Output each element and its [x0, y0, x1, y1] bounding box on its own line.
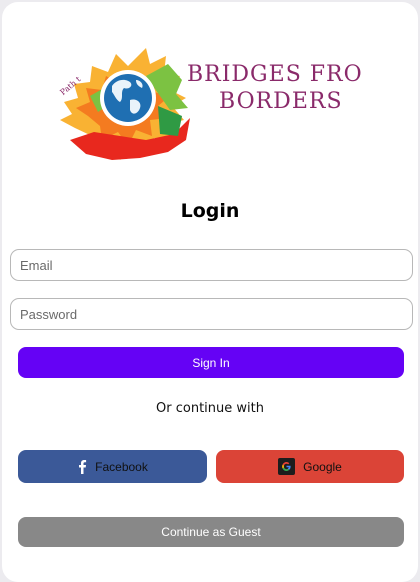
password-input[interactable]	[10, 298, 413, 330]
brand-name-line1: BRIDGES FROM	[187, 62, 363, 87]
google-login-button[interactable]: Google	[216, 450, 404, 483]
page-title: Login	[180, 200, 240, 222]
continue-as-guest-button[interactable]: Continue as Guest	[18, 517, 404, 547]
google-label: Google	[303, 459, 342, 474]
divider-text: Or continue with	[156, 401, 264, 416]
facebook-icon	[77, 459, 87, 474]
sign-in-button[interactable]: Sign In	[18, 347, 404, 378]
sign-in-label: Sign In	[192, 355, 230, 370]
facebook-label: Facebook	[95, 459, 148, 474]
brand-name-line2: BORDERS	[219, 89, 343, 114]
facebook-login-button[interactable]: Facebook	[18, 450, 207, 483]
guest-label: Continue as Guest	[161, 525, 261, 539]
google-icon	[278, 458, 296, 475]
email-input[interactable]	[10, 249, 413, 281]
